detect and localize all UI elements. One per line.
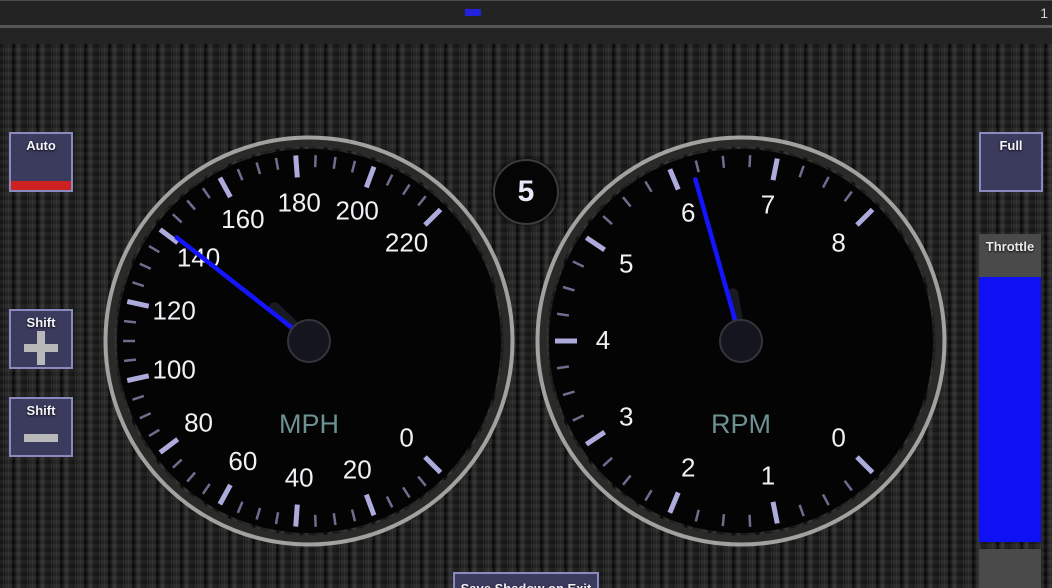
svg-text:0: 0: [831, 423, 845, 453]
minus-icon: [24, 434, 58, 442]
svg-text:7: 7: [761, 190, 775, 220]
svg-text:20: 20: [343, 454, 372, 484]
plus-icon-stem: [37, 331, 45, 365]
shift-up-label: Shift: [11, 315, 71, 330]
svg-text:80: 80: [184, 408, 213, 438]
svg-text:RPM: RPM: [711, 409, 771, 439]
auto-button[interactable]: Auto: [9, 132, 73, 192]
svg-text:0: 0: [399, 423, 413, 453]
dashboard-app: 1 Auto Shift Shift Full Throttle Br: [0, 0, 1052, 588]
notification-marker-icon: [465, 9, 481, 16]
brake-gauge[interactable]: Brake: [979, 549, 1041, 588]
auto-status-indicator: [11, 181, 71, 190]
full-button-label: Full: [981, 138, 1041, 153]
svg-text:MPH: MPH: [279, 409, 339, 439]
status-bar-underfill: [0, 28, 1052, 44]
svg-text:100: 100: [152, 354, 195, 384]
svg-text:180: 180: [277, 187, 320, 217]
tachometer-gauge: 0 1 2 3 4 5 6 7 8 RPM: [528, 128, 954, 554]
svg-text:120: 120: [152, 296, 195, 326]
shift-down-label: Shift: [11, 403, 71, 418]
dashboard-stage: Auto Shift Shift Full Throttle Brake 020…: [0, 44, 1052, 588]
svg-text:40: 40: [285, 463, 314, 493]
notification-count: 1: [1040, 3, 1048, 23]
svg-text:160: 160: [221, 204, 264, 234]
throttle-fill: [979, 277, 1041, 542]
system-status-bar: 1: [0, 0, 1052, 25]
svg-text:8: 8: [831, 227, 845, 257]
shift-up-button[interactable]: Shift: [9, 309, 73, 369]
speedometer-gauge: 020406080100120140160180200220MPH: [96, 128, 522, 554]
svg-text:200: 200: [336, 196, 379, 226]
save-shadow-on-exit-button[interactable]: Save Shadow on Exit: [453, 572, 599, 588]
save-shadow-label: Save Shadow on Exit: [461, 581, 592, 588]
throttle-label: Throttle: [979, 239, 1041, 254]
auto-button-label: Auto: [11, 138, 71, 153]
svg-text:1: 1: [761, 460, 775, 490]
svg-text:2: 2: [681, 452, 695, 482]
svg-text:5: 5: [619, 248, 633, 278]
svg-text:6: 6: [681, 198, 695, 228]
svg-text:4: 4: [596, 325, 610, 355]
shift-down-button[interactable]: Shift: [9, 397, 73, 457]
throttle-gauge[interactable]: Throttle: [979, 234, 1041, 542]
full-throttle-button[interactable]: Full: [979, 132, 1043, 192]
svg-text:3: 3: [619, 402, 633, 432]
svg-text:220: 220: [385, 227, 428, 257]
gear-value: 5: [518, 177, 535, 207]
gear-indicator: 5: [493, 159, 559, 225]
svg-text:60: 60: [228, 446, 257, 476]
